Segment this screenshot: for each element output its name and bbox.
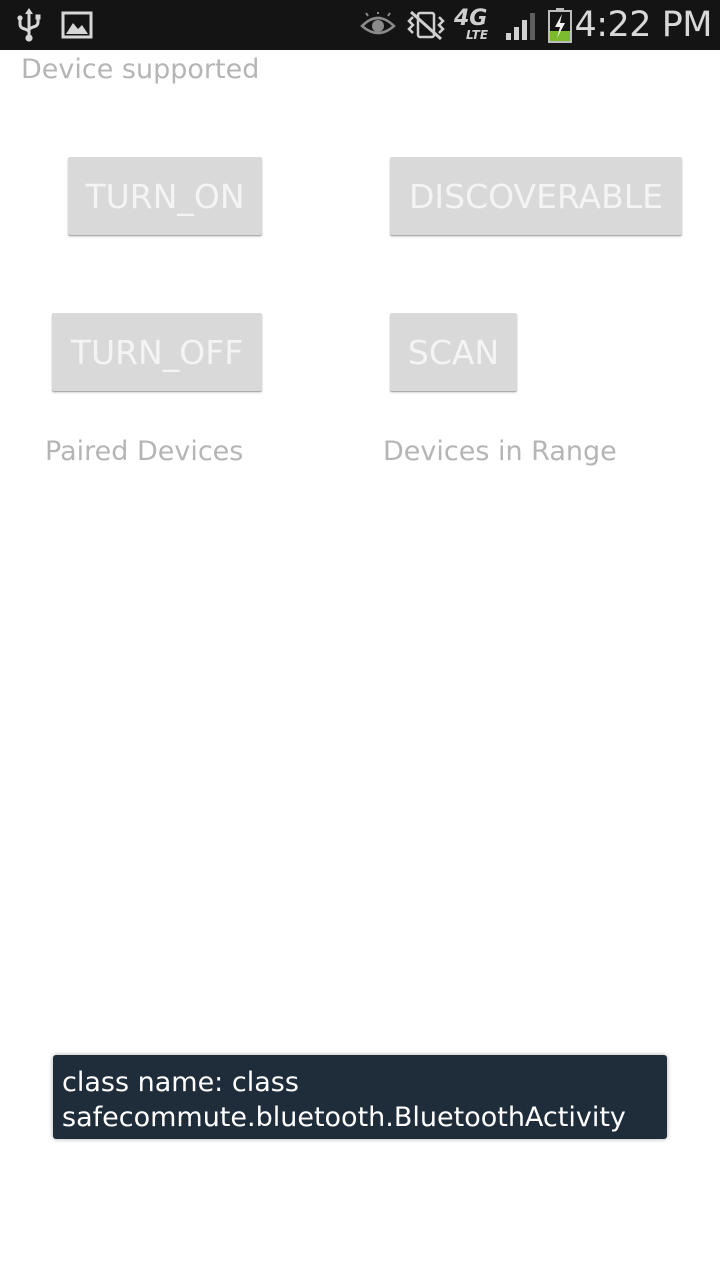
turn-off-button[interactable]: TURN_OFF [52, 313, 262, 391]
signal-icon [504, 0, 540, 50]
image-icon [60, 0, 94, 50]
toast-message: class name: class safecommute.bluetooth.… [53, 1055, 667, 1139]
toast-line-2: safecommute.bluetooth.BluetoothActivity [62, 1102, 626, 1133]
scan-button[interactable]: SCAN [390, 313, 517, 391]
usb-icon [14, 0, 44, 50]
discoverable-button[interactable]: DISCOVERABLE [390, 157, 682, 235]
device-status-text: Device supported [21, 54, 260, 85]
status-bar: 4G LTE 4:22 PM [0, 0, 720, 50]
devices-in-range-label: Devices in Range [383, 436, 617, 467]
no-vibrate-icon [404, 0, 448, 50]
battery-charging-icon [546, 0, 574, 50]
eye-icon [360, 0, 396, 50]
turn-on-button[interactable]: TURN_ON [68, 157, 262, 235]
toast-line-1: class name: class [62, 1067, 299, 1098]
lte-icon: 4G LTE [454, 6, 489, 42]
clock: 4:22 PM [574, 5, 712, 45]
paired-devices-label: Paired Devices [45, 436, 244, 467]
